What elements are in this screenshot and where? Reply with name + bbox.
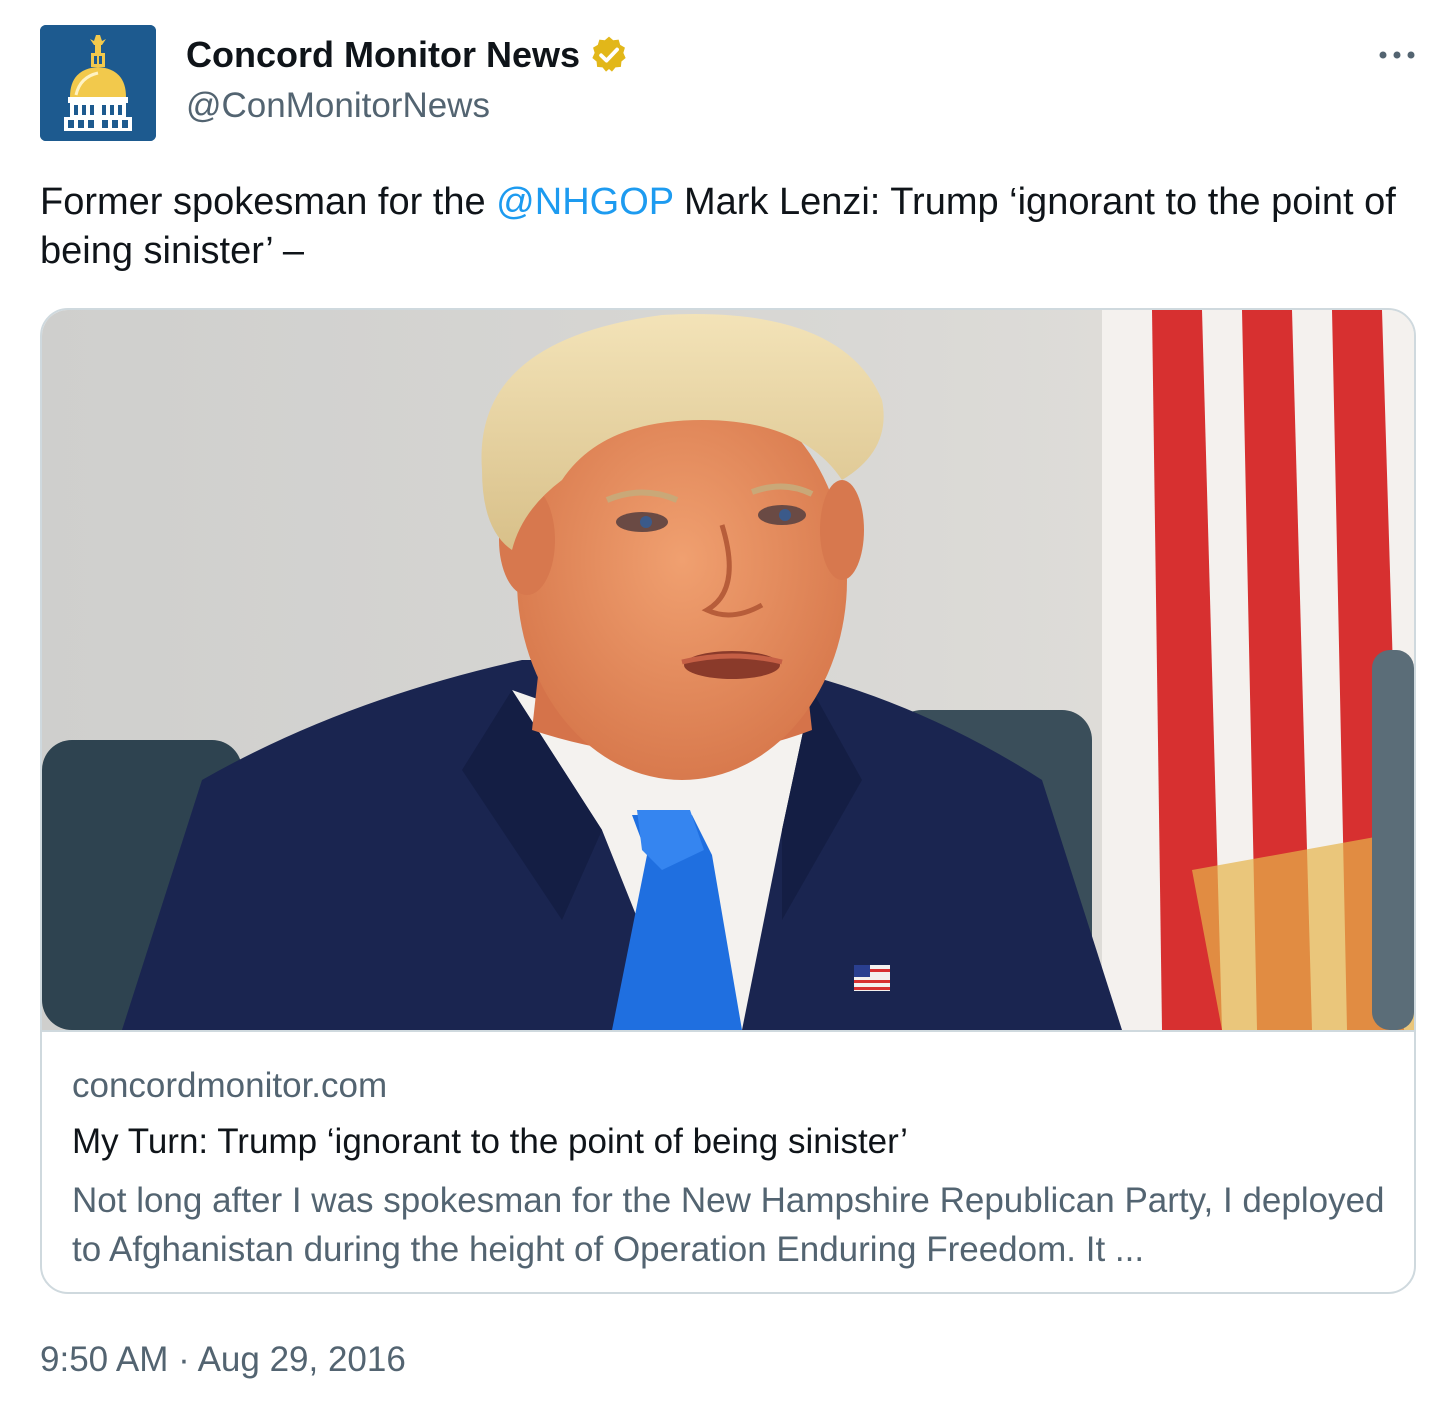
tweet-timestamp[interactable]: 9:50 AM · Aug 29, 2016 bbox=[40, 1340, 406, 1380]
link-card-meta[interactable]: concordmonitor.com My Turn: Trump ‘ignor… bbox=[42, 1030, 1414, 1292]
link-card[interactable]: concordmonitor.com My Turn: Trump ‘ignor… bbox=[40, 308, 1416, 1294]
more-options-icon bbox=[1379, 51, 1415, 59]
article-photo-illustration bbox=[42, 310, 1414, 1030]
more-options-button[interactable] bbox=[1372, 40, 1422, 70]
tweet-text: Former spokesman for the @NHGOP Mark Len… bbox=[40, 178, 1410, 276]
article-photo[interactable] bbox=[42, 310, 1414, 1030]
avatar[interactable] bbox=[40, 25, 156, 141]
tweet: Concord Monitor News @ConMonitorNews For… bbox=[0, 0, 1456, 1418]
mention-link[interactable]: @NHGOP bbox=[496, 181, 673, 223]
state-house-dome-icon bbox=[40, 25, 156, 141]
link-card-title: My Turn: Trump ‘ignorant to the point of… bbox=[72, 1122, 908, 1161]
link-card-description: Not long after I was spokesman for the N… bbox=[72, 1181, 1385, 1269]
display-name-text: Concord Monitor News bbox=[186, 34, 580, 75]
link-card-domain: concordmonitor.com bbox=[72, 1066, 388, 1105]
verified-badge-icon[interactable] bbox=[588, 34, 630, 76]
tweet-text-before: Former spokesman for the bbox=[40, 181, 497, 223]
account-handle[interactable]: @ConMonitorNews bbox=[186, 86, 490, 126]
display-name[interactable]: Concord Monitor News bbox=[186, 34, 630, 76]
